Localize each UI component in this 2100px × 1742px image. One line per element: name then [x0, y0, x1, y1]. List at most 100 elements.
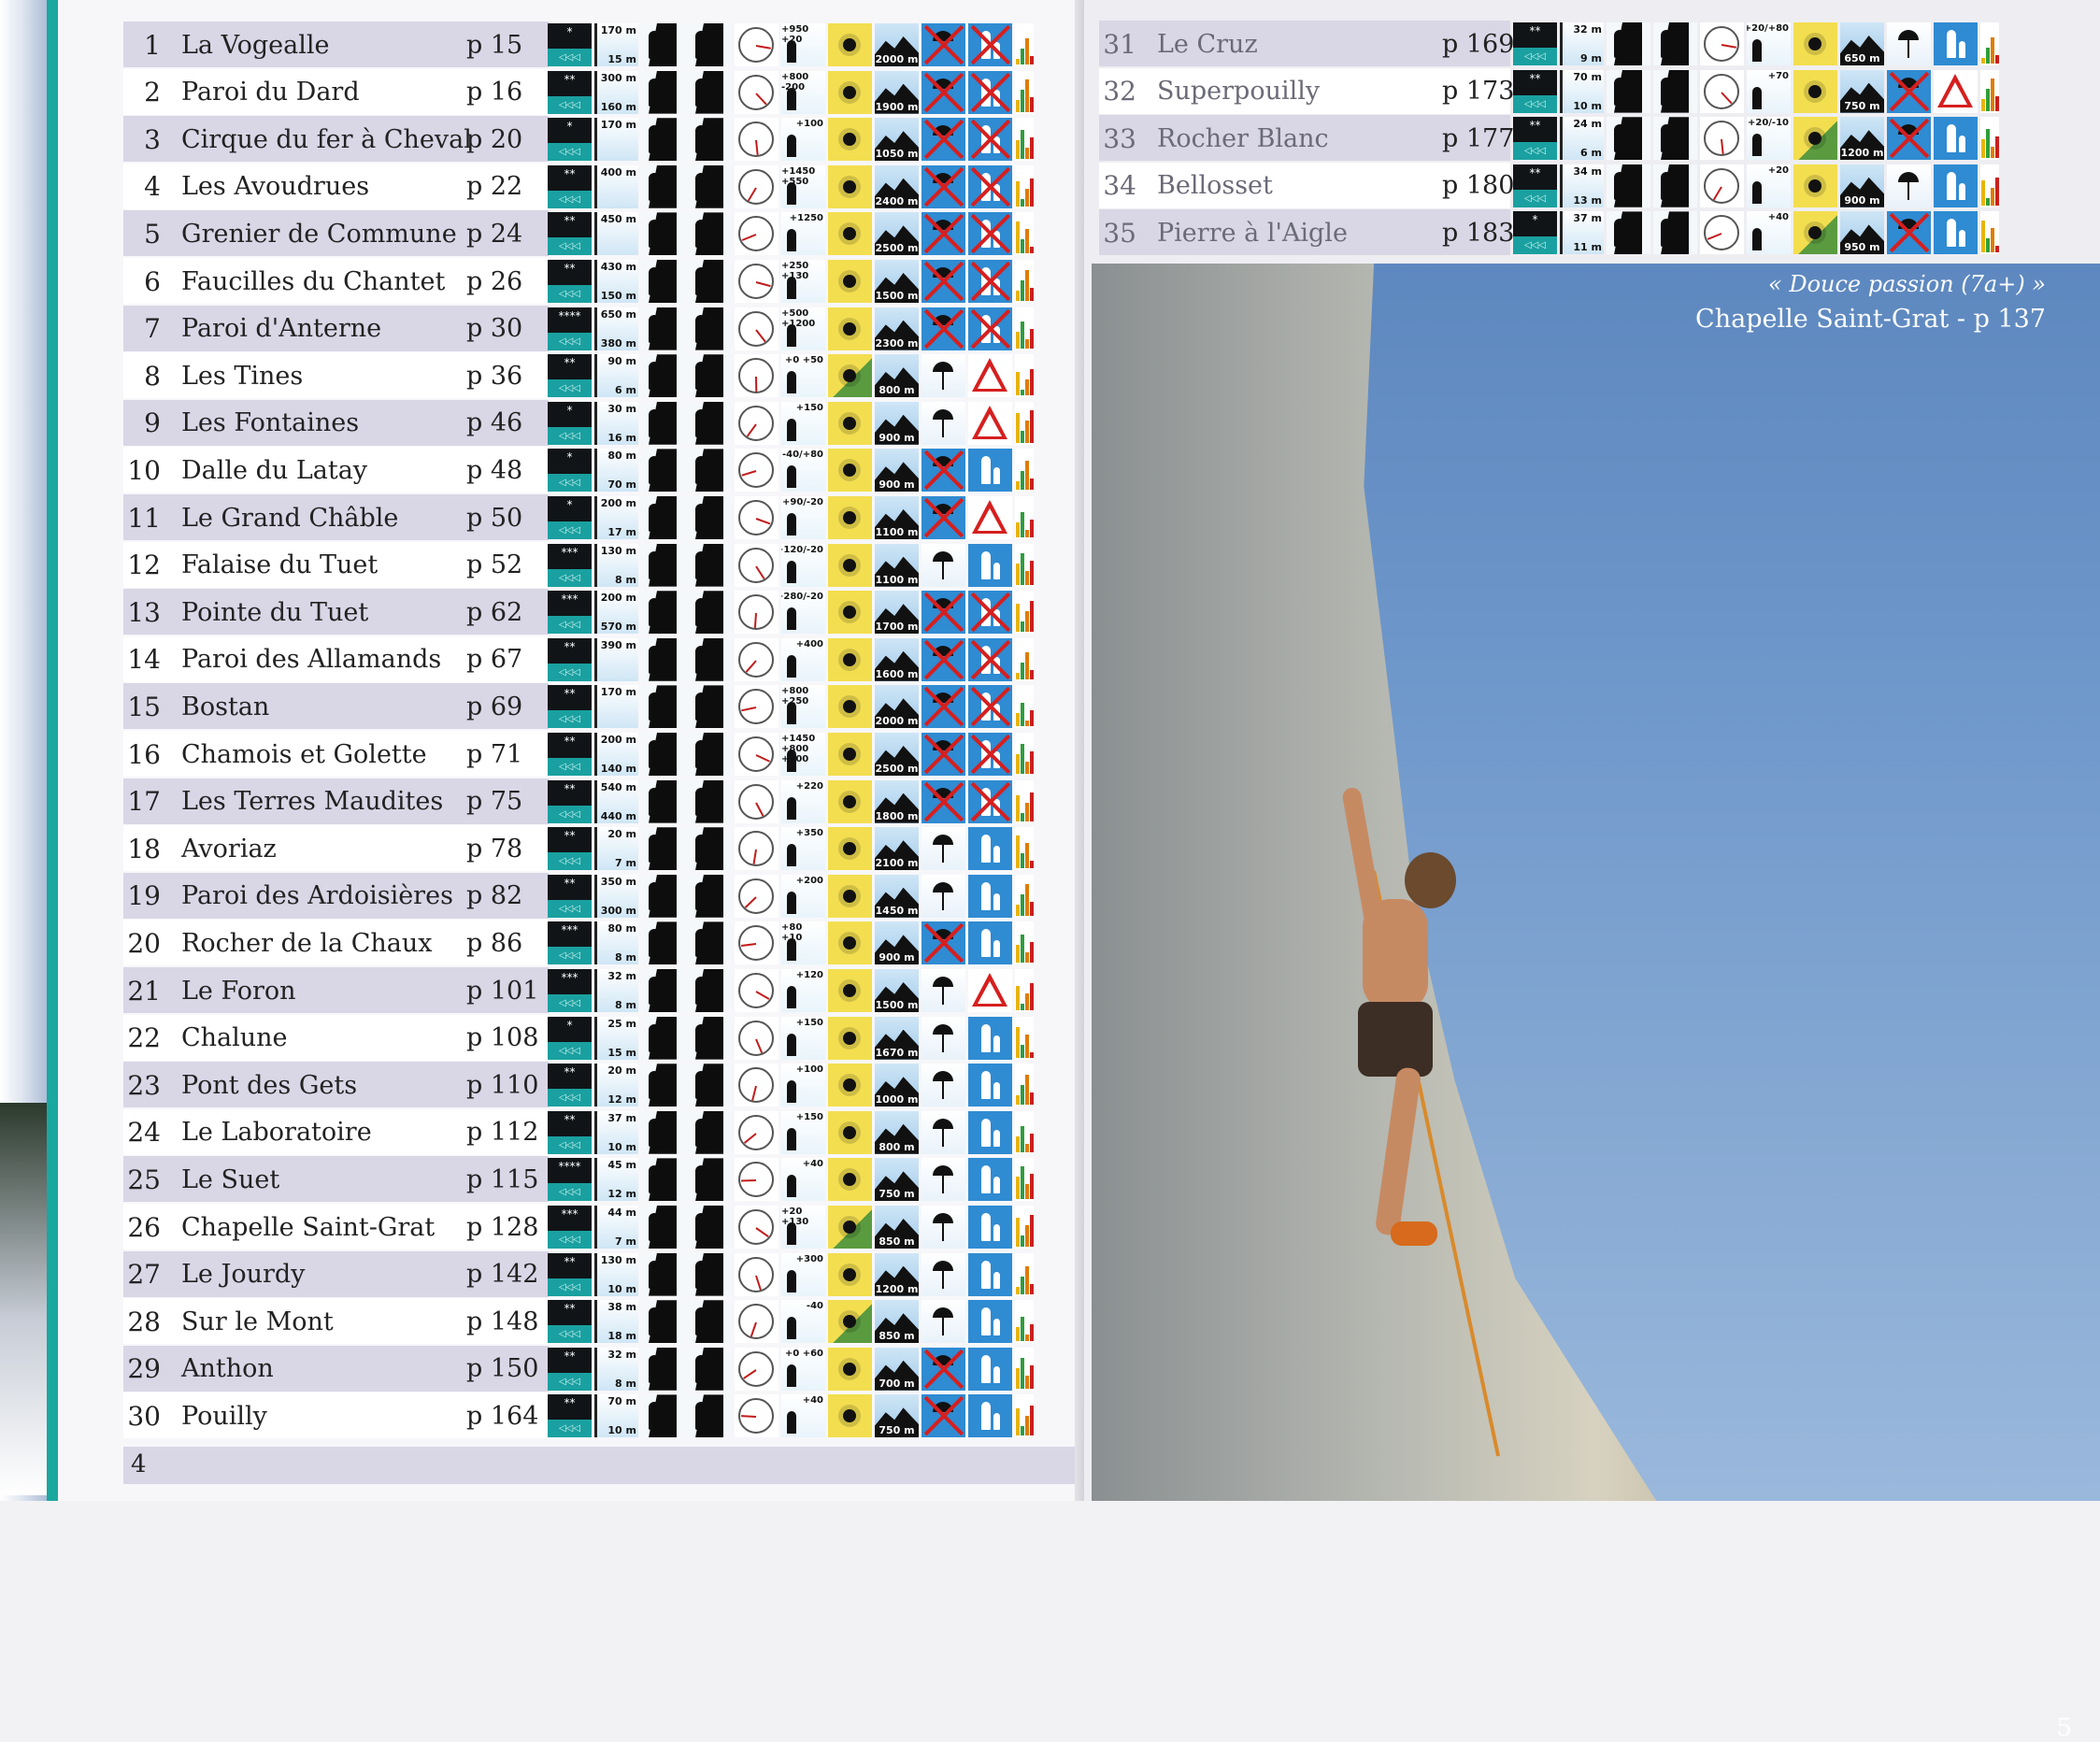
orientation-clock-icon	[1700, 211, 1744, 255]
crag-row[interactable]: 14 Paroi des Allamands p 67	[114, 639, 555, 680]
approach-walk-icon: +150	[781, 401, 825, 445]
crag-row[interactable]: 26 Chapelle Saint-Grat p 128	[114, 1207, 555, 1248]
crag-row[interactable]: 18 Avoriaz p 78	[114, 828, 555, 869]
grade-bar	[1025, 802, 1029, 821]
route-height-icon: 300 m 160 m	[594, 70, 638, 114]
approach-elevation: -40	[806, 1301, 823, 1312]
rating-icon: **** ◁◁◁	[548, 307, 592, 350]
crag-row[interactable]: 35 Pierre à l'Aigle p 183	[1090, 212, 1531, 253]
rating-icon: ** ◁◁◁	[548, 260, 592, 303]
max-height-label: 70 m	[607, 1395, 636, 1408]
family-suitability-icon	[968, 449, 1012, 493]
multi-pitch-icon	[641, 685, 685, 729]
crag-row[interactable]: 32 Superpouilly p 173	[1090, 71, 1531, 112]
crag-row[interactable]: 13 Pointe du Tuet p 62	[114, 592, 555, 633]
altitude-icon: 950 m	[1840, 211, 1884, 255]
crag-row[interactable]: 8 Les Tines p 36	[114, 355, 555, 396]
hiker-icon	[787, 371, 796, 394]
multi-pitch-icon	[641, 307, 685, 350]
orientation-clock-icon	[735, 733, 779, 776]
crag-row[interactable]: 10 Dalle du Latay p 48	[114, 450, 555, 491]
crag-row[interactable]: 5 Grenier de Commune p 24	[114, 213, 555, 254]
crag-row[interactable]: 16 Chamois et Golette p 71	[114, 734, 555, 775]
climber-silhouette	[649, 835, 660, 864]
climber-silhouette	[649, 408, 660, 437]
crag-row[interactable]: 33 Rocher Blanc p 177	[1090, 118, 1531, 159]
sector-triangles: ◁◁◁	[548, 1231, 592, 1249]
crag-row[interactable]: 11 Le Grand Châble p 50	[114, 497, 555, 538]
crag-row[interactable]: 1 La Vogealle p 15	[114, 24, 555, 65]
hiker-icon	[787, 229, 796, 252]
orientation-clock-icon	[735, 543, 779, 587]
hiker-icon	[787, 1222, 796, 1245]
crag-row[interactable]: 30 Pouilly p 164	[114, 1395, 555, 1436]
approach-walk-icon: +800 +250	[781, 685, 825, 729]
crag-row[interactable]: 9 Les Fontaines p 46	[114, 403, 555, 444]
child-icon	[993, 940, 1000, 958]
orientation-clock-icon	[735, 591, 779, 635]
grade-bar	[1016, 713, 1020, 727]
grade-bar	[1030, 1215, 1034, 1247]
crag-row[interactable]: 3 Cirque du fer à Cheval p 20	[114, 119, 555, 160]
crag-row[interactable]: 29 Anthon p 150	[114, 1349, 555, 1390]
rain-shelter-icon	[921, 118, 965, 162]
crag-row[interactable]: 19 Paroi des Ardoisières p 82	[114, 876, 555, 917]
crag-row[interactable]: 31 Le Cruz p 169	[1090, 23, 1531, 64]
sector-triangles: ◁◁◁	[548, 1278, 592, 1296]
crag-row[interactable]: 23 Pont des Gets p 110	[114, 1064, 555, 1106]
rating-icon: ** ◁◁◁	[548, 1394, 592, 1438]
crag-name: Chamois et Golette	[181, 739, 427, 769]
crag-icon-strip: ** ◁◁◁ 70 m 10 m +70 750 m	[1513, 69, 1999, 113]
crag-row[interactable]: 15 Bostan p 69	[114, 686, 555, 727]
rain-shelter-icon	[921, 260, 965, 303]
crag-row[interactable]: 4 Les Avoudrues p 22	[114, 166, 555, 207]
rating-icon: *** ◁◁◁	[548, 921, 592, 965]
hiker-icon	[787, 513, 796, 535]
min-height-label: 10 m	[607, 1140, 636, 1153]
crag-row[interactable]: 17 Les Terres Maudites p 75	[114, 781, 555, 822]
crag-number: 32	[1103, 76, 1136, 107]
crag-row[interactable]: 22 Chalune p 108	[114, 1018, 555, 1059]
grade-bar	[1995, 177, 1999, 206]
climber-silhouette	[649, 645, 660, 674]
grade-bar	[1986, 197, 1990, 206]
approach-elevation: +350	[795, 828, 823, 839]
altitude-label: 1600 m	[875, 667, 919, 680]
sun-exposure-icon	[828, 1064, 872, 1107]
grade-bar	[1030, 710, 1034, 727]
grade-bar	[1021, 89, 1024, 112]
crag-row[interactable]: 20 Rocher de la Chaux p 86	[114, 922, 555, 964]
rain-shelter-icon	[921, 1110, 965, 1154]
sun-icon	[843, 984, 856, 997]
crag-row[interactable]: 27 Le Jourdy p 142	[114, 1254, 555, 1295]
crag-row[interactable]: 34 Bellosset p 180	[1090, 165, 1531, 207]
min-height-label: 8 m	[615, 951, 636, 964]
family-suitability-icon	[968, 118, 1012, 162]
crag-row[interactable]: 7 Paroi d'Anterne p 30	[114, 308, 555, 350]
crag-row[interactable]: 28 Sur le Mont p 148	[114, 1301, 555, 1342]
altitude-label: 750 m	[879, 1424, 915, 1437]
rating-icon: * ◁◁◁	[548, 23, 592, 66]
climber-silhouette	[695, 1354, 707, 1383]
single-pitch-icon	[1653, 164, 1697, 207]
grade-bar	[1030, 1174, 1034, 1200]
crag-row[interactable]: 2 Paroi du Dard p 16	[114, 72, 555, 113]
altitude-label: 1500 m	[875, 290, 919, 302]
grade-bar	[1025, 1416, 1029, 1436]
climber-silhouette	[649, 693, 660, 721]
crag-number: 31	[1103, 28, 1136, 60]
climber-silhouette	[695, 172, 707, 201]
sector-triangles: ◁◁◁	[548, 710, 592, 729]
rating-stars: **	[1529, 119, 1541, 133]
climber-silhouette	[695, 1213, 707, 1241]
child-icon	[993, 1224, 1000, 1241]
crag-row[interactable]: 12 Falaise du Tuet p 52	[114, 545, 555, 586]
crag-row[interactable]: 6 Faucilles du Chantet p 26	[114, 261, 555, 302]
hiker-icon	[787, 844, 796, 867]
min-height-label: 12 m	[607, 1093, 636, 1107]
crag-row[interactable]: 21 Le Foron p 101	[114, 970, 555, 1011]
approach-walk-icon: +100	[781, 1064, 825, 1107]
crag-row[interactable]: 25 Le Suet p 115	[114, 1159, 555, 1200]
crag-row[interactable]: 24 Le Laboratoire p 112	[114, 1112, 555, 1153]
sun-exposure-icon	[828, 1252, 872, 1296]
